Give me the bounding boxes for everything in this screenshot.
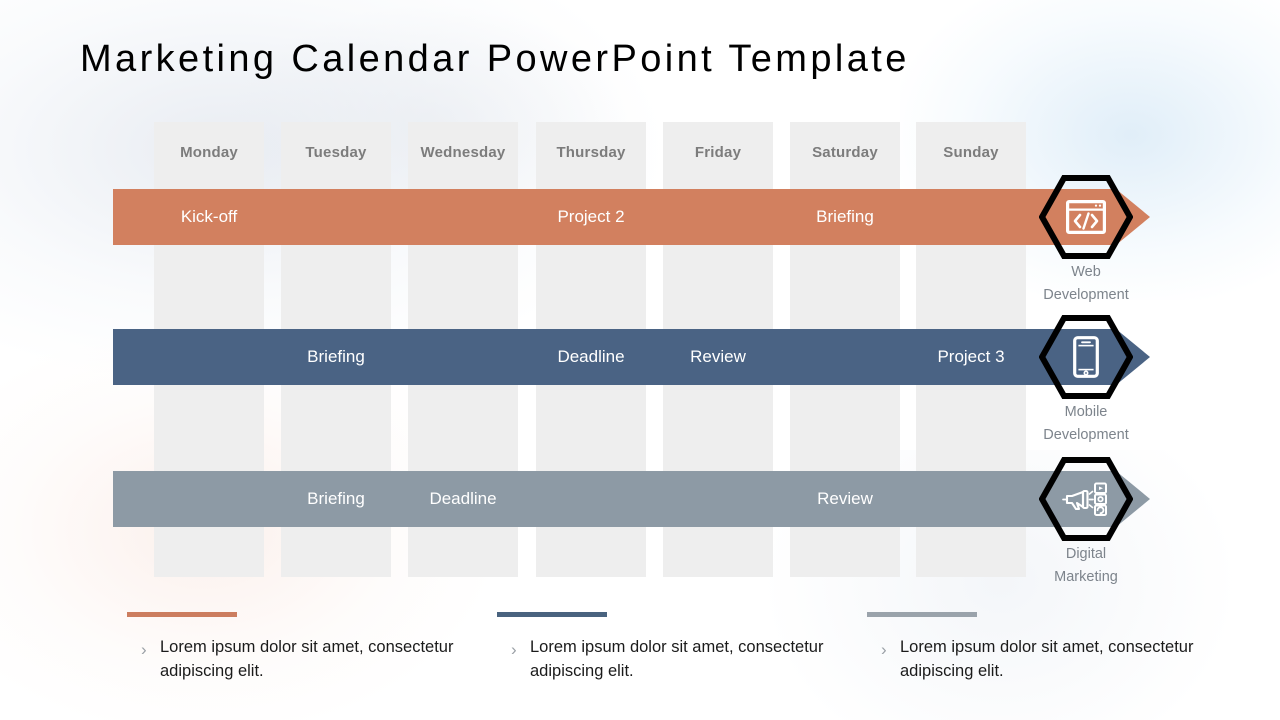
megaphone-icon <box>1039 457 1133 541</box>
chevron-right-icon: › <box>881 640 887 659</box>
task-label: Briefing <box>307 347 365 366</box>
chevron-right-icon: › <box>511 640 517 659</box>
day-header-wednesday: Wednesday <box>420 143 506 161</box>
task-label: Briefing <box>816 207 874 226</box>
hexagon-outline <box>1039 457 1133 541</box>
category-badge-3[interactable]: Digital Marketing <box>1039 457 1133 585</box>
day-header-thursday: Thursday <box>556 143 626 161</box>
category-label-line2: Marketing <box>1054 569 1118 586</box>
day-header-monday: Monday <box>180 143 238 161</box>
day-column-sunday <box>916 122 1026 577</box>
category-label-line1: Digital <box>1065 546 1107 562</box>
hexagon-outline <box>1039 175 1133 259</box>
task-label: Review <box>817 489 873 508</box>
task-label: Project 3 <box>937 347 1005 366</box>
task-bar-arrow-tip <box>1116 471 1150 527</box>
category-label-3: Digital Marketing <box>1009 543 1163 589</box>
category-label-line2: Development <box>1043 427 1129 444</box>
task-label: Deadline <box>557 347 625 366</box>
legend-text: Lorem ipsum dolor sit amet, consectetur … <box>900 638 1194 680</box>
slide-canvas: Marketing Calendar PowerPoint Template M… <box>0 0 1280 720</box>
legend-text: Lorem ipsum dolor sit amet, consectetur … <box>160 638 454 680</box>
category-label-line1: Mobile <box>1064 404 1108 420</box>
task-label: Kick-off <box>180 207 238 226</box>
day-column-saturday <box>790 122 900 577</box>
task-bar-body <box>113 471 1116 527</box>
category-label-line1: Web <box>1071 264 1101 280</box>
category-badge-2[interactable]: Mobile Development <box>1039 315 1133 443</box>
chevron-right-icon: › <box>141 640 147 659</box>
day-header-friday: Friday <box>694 143 742 161</box>
day-column-tuesday <box>281 122 391 577</box>
hexagon-outline <box>1039 315 1133 399</box>
legend-color-rule <box>867 612 977 617</box>
task-bar-body <box>113 329 1116 385</box>
task-label: Deadline <box>429 489 497 508</box>
legend-color-rule <box>127 612 237 617</box>
category-label-2: Mobile Development <box>1009 401 1163 447</box>
task-label: Briefing <box>307 489 365 508</box>
day-header-saturday: Saturday <box>812 143 878 161</box>
day-column-monday <box>154 122 264 577</box>
day-header-sunday: Sunday <box>943 143 999 161</box>
day-column-friday <box>663 122 773 577</box>
legend-color-rule <box>497 612 607 617</box>
task-bar-arrow-tip <box>1116 189 1150 245</box>
legend-text: Lorem ipsum dolor sit amet, consectetur … <box>530 638 824 680</box>
day-header-tuesday: Tuesday <box>305 143 367 161</box>
code-icon <box>1039 175 1133 259</box>
category-label-line2: Development <box>1043 287 1129 304</box>
category-label-1: Web Development <box>1009 261 1163 307</box>
category-badge-1[interactable]: Web Development <box>1039 175 1133 303</box>
task-bar-body <box>113 189 1116 245</box>
task-bar-arrow-tip <box>1116 329 1150 385</box>
task-label: Project 2 <box>557 207 625 226</box>
page-title: Marketing Calendar PowerPoint Template <box>80 38 910 80</box>
smartphone-icon <box>1039 315 1133 399</box>
day-column-wednesday <box>408 122 518 577</box>
day-column-thursday <box>536 122 646 577</box>
task-label: Review <box>690 347 746 366</box>
